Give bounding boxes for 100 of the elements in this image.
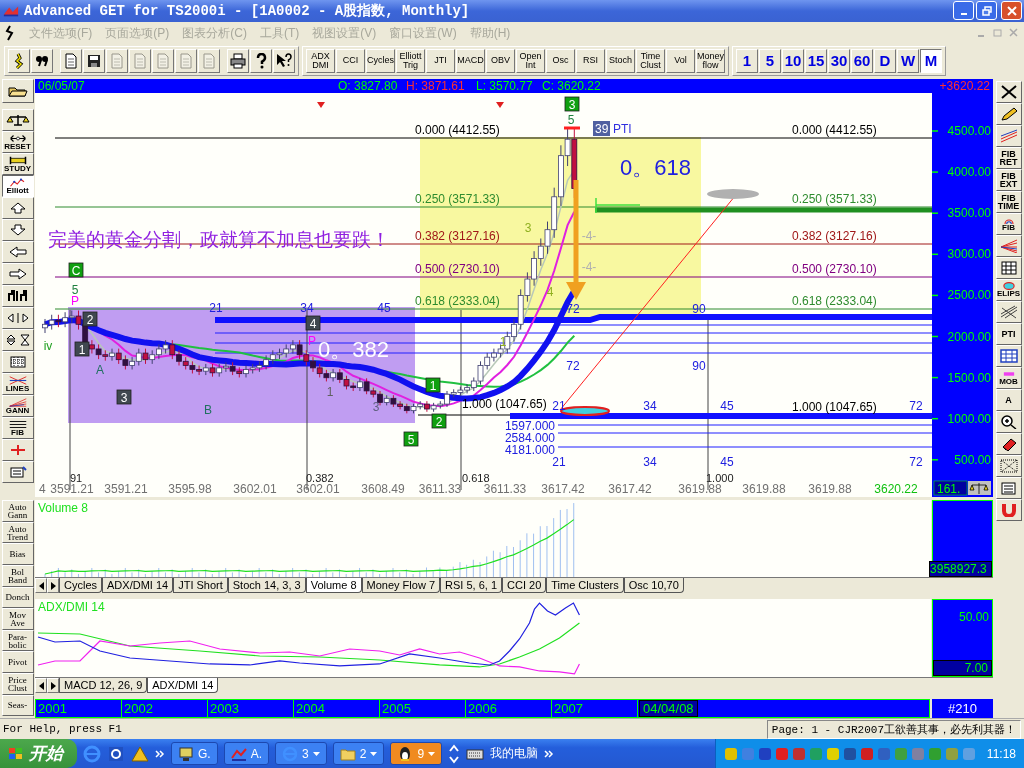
high-price: H: 3871.61 [406,79,466,94]
indicator-button[interactable]: Time Clust [636,48,665,73]
indicator-tab[interactable]: CCI 20 [502,578,547,594]
analysis-button[interactable]: Mov Ave [1,608,34,630]
analysis-button[interactable]: Auto Gann [1,500,34,522]
indicator-button[interactable]: Elliott Trig [396,48,425,73]
period-button[interactable]: 1 [736,48,758,73]
drawing-tool-button[interactable]: FIB [995,213,1022,236]
analysis-button[interactable]: Pivot [1,651,34,673]
period-button[interactable]: W [897,48,919,73]
time-marker-label: 0.618 [462,472,490,485]
wave-mark: 1 [326,385,334,400]
indicator-tab[interactable]: Cycles [59,578,102,594]
price-axis-label: 1500.00 [947,370,991,385]
drawing-tool-button[interactable]: FIB RET [995,147,1022,170]
indicator-button[interactable]: RSI [576,48,605,73]
indicator-button[interactable]: ADX DMI [306,48,335,73]
tool-button[interactable]: STUDY [1,153,34,176]
period-button[interactable]: 5 [759,48,781,73]
taskbar-button[interactable]: 2 [332,742,385,765]
drawing-tool-button[interactable]: ELIPS [995,279,1022,302]
drawing-tool-button[interactable]: PTI [995,323,1022,346]
tool-button[interactable]: LINES [1,373,34,396]
wave-mark: 3 [372,400,380,415]
wave-mark: A [96,363,104,378]
indicator-tab[interactable]: MACD 12, 26, 9 [59,678,148,694]
ratio-annotation: 0。618 [620,155,691,181]
analysis-button[interactable]: Bias [1,543,34,565]
drawing-tool-button[interactable]: FIB TIME [995,191,1022,214]
analysis-button[interactable]: Donch [1,586,34,609]
indicator-button[interactable]: Open Int [516,48,545,73]
bar-count-label: 90 [692,359,706,374]
indicator-button[interactable]: MACD [456,48,485,73]
bar-count-label: 21 [209,301,223,316]
indicator-tab[interactable]: ADX/DMI 14 [147,678,219,694]
time-marker-label: 1.000 [706,472,734,485]
wave-label: 2 [431,413,447,429]
indicator-tab[interactable]: Stoch 14, 3, 3 [227,578,306,594]
wave-label: 1 [425,377,441,393]
indicator-tab[interactable]: Volume 8 [305,578,362,594]
analysis-button[interactable]: Bol Band [1,565,34,587]
indicator-button[interactable]: OBV [486,48,515,73]
indicator-tab[interactable]: Time Clusters [546,578,624,594]
indicator-tab[interactable]: ADX/DMI 14 [102,578,174,594]
wave-label: 3 [564,96,580,112]
indicator-button[interactable]: Vol [666,48,695,73]
wave-label: C [68,262,84,278]
fibonacci-level-label: 0.382 (3127.16) [415,229,500,244]
axis-label: 3591.21 [104,482,148,497]
price-axis-label: 3500.00 [947,206,991,221]
tool-button[interactable]: RESET [1,131,34,154]
wave-mark: iv [43,339,53,354]
fibonacci-level-label: 0.618 (2333.04) [792,294,877,309]
year-label: 2004 [294,700,380,718]
indicator-button[interactable]: Money flow [696,48,725,73]
tool-button[interactable]: FIB [1,417,34,440]
tool-button[interactable]: Elliott [1,175,34,198]
indicator-tab[interactable]: RSI 5, 6, 1 [440,578,502,594]
time-marker-label: 91 [70,472,83,485]
period-button[interactable]: 60 [851,48,873,73]
analysis-button[interactable]: Auto Trend [1,521,34,544]
period-button[interactable]: D [874,48,896,73]
desktop-toolbar-label[interactable]: 我的电脑 [490,745,539,762]
taskbar-button[interactable]: G. [171,742,218,765]
drawing-tool-button[interactable]: FIB EXT [995,169,1022,192]
analysis-button[interactable]: Para-bolic [1,629,34,652]
year-label: 2006 [466,700,552,718]
indicator-button[interactable]: Osc [546,48,575,73]
wave-mark: -4- [581,260,597,275]
fibonacci-level-label: 0.500 (2730.10) [415,262,500,277]
wave-label: 2 [82,311,98,327]
period-button[interactable]: 30 [828,48,850,73]
pti-marker: 39 [593,121,610,137]
axis-label: 3595.98 [168,482,212,497]
open-price: O: 3827.80 [338,79,399,94]
wave-mark: 4 [546,285,554,300]
period-button[interactable]: M [920,48,942,73]
price-change: +3620.22 [939,79,990,94]
indicator-tab[interactable]: JTI Short [173,578,228,594]
analysis-button[interactable]: Seas- [1,694,34,717]
drawing-tool-button[interactable]: A [995,389,1022,412]
indicator-button[interactable]: Cycles [366,48,395,73]
bar-date: 06/05/07 [38,79,86,94]
indicator-tab[interactable]: Osc 10,70 [623,578,684,594]
period-button[interactable]: 10 [782,48,804,73]
indicator-tab[interactable]: Money Flow 7 [361,578,441,594]
drawing-tool-button[interactable]: MOB [995,367,1022,390]
fibonacci-level-label: 0.500 (2730.10) [792,262,877,277]
fibonacci-level-label: 1.000 (1047.65) [792,400,877,415]
taskbar-button[interactable]: 3 [275,742,327,765]
axis-label: 3619.88 [678,482,722,497]
period-button[interactable]: 15 [805,48,827,73]
analysis-button[interactable]: Price Clust [1,672,34,695]
fibonacci-count-label: 1597.000 [504,419,555,434]
taskbar-button[interactable]: A. [223,742,269,765]
fibonacci-level-label: 0.000 (4412.55) [792,123,877,138]
indicator-button[interactable]: CCI [336,48,365,73]
indicator-button[interactable]: Stoch [606,48,635,73]
indicator-button[interactable]: JTI [426,48,455,73]
tool-button[interactable]: GANN [1,395,34,418]
